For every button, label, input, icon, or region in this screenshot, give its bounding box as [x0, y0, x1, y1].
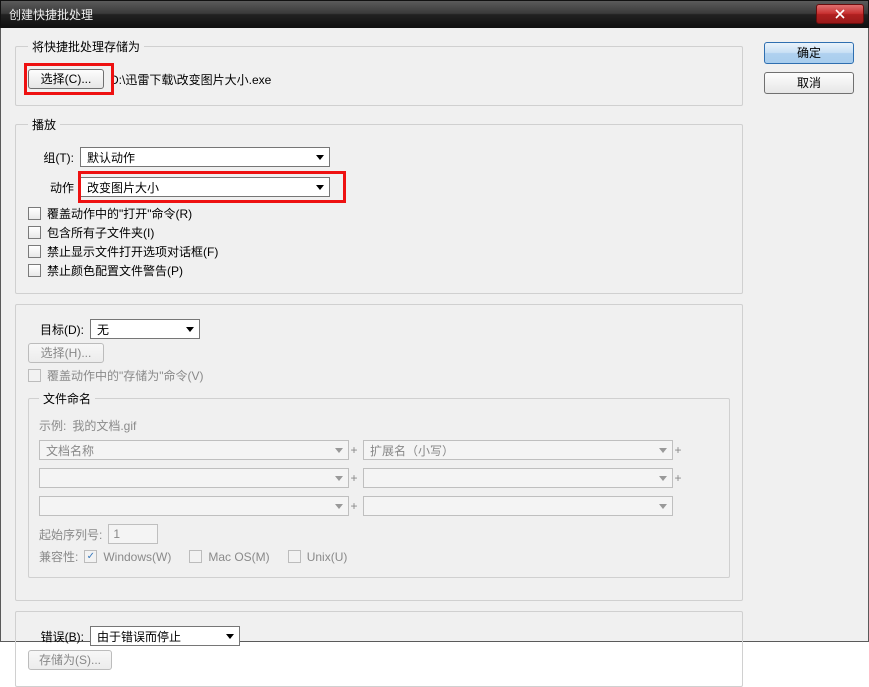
- group-label: 组(T):: [28, 149, 74, 166]
- window-title: 创建快捷批处理: [1, 6, 93, 23]
- chevron-down-icon: [656, 499, 670, 513]
- target-label: 目标(D):: [28, 321, 84, 338]
- include-subfolders-checkbox[interactable]: [28, 226, 41, 239]
- action-select[interactable]: 改变图片大小: [80, 177, 330, 197]
- override-saveas-label: 覆盖动作中的"存储为"命令(V): [47, 367, 204, 384]
- suppress-open-dialog-checkbox[interactable]: [28, 245, 41, 258]
- play-group: 播放 组(T): 默认动作 动作 改变图片大小 覆盖动作中的"打开"命令(R) …: [15, 116, 743, 294]
- group-select[interactable]: 默认动作: [80, 147, 330, 167]
- close-icon: [834, 9, 846, 19]
- titlebar: 创建快捷批处理: [0, 0, 869, 28]
- plus-icon: +: [349, 499, 359, 513]
- compat-mac-label: Mac OS(M): [208, 550, 269, 564]
- naming-field-6: [363, 496, 673, 516]
- save-as-button: 存储为(S)...: [28, 650, 112, 670]
- target-select-value: 无: [97, 321, 109, 338]
- naming-grid: 文档名称 + 扩展名（小写） + + + +: [39, 440, 719, 516]
- ok-button[interactable]: 确定: [764, 42, 854, 64]
- naming-field-4: [363, 468, 673, 488]
- plus-icon: +: [349, 471, 359, 485]
- override-open-checkbox[interactable]: [28, 207, 41, 220]
- compat-windows-label: Windows(W): [103, 550, 171, 564]
- close-button[interactable]: [816, 4, 864, 24]
- plus-icon: +: [673, 471, 683, 485]
- chevron-down-icon: [332, 499, 346, 513]
- compat-windows-checkbox: [84, 550, 97, 563]
- choose-folder-button: 选择(H)...: [28, 343, 104, 363]
- cancel-button[interactable]: 取消: [764, 72, 854, 94]
- start-serial-input: [108, 524, 158, 544]
- compat-mac-checkbox: [189, 550, 202, 563]
- group-select-value: 默认动作: [87, 149, 135, 166]
- error-select[interactable]: 由于错误而停止: [90, 626, 240, 646]
- compat-unix-checkbox: [288, 550, 301, 563]
- target-group: 目标(D): 无 选择(H)... 覆盖动作中的"存储为"命令(V) 文件命名 …: [15, 304, 743, 601]
- chevron-down-icon: [656, 471, 670, 485]
- chevron-down-icon: [656, 443, 670, 457]
- chevron-down-icon: [313, 180, 327, 194]
- file-naming-group: 文件命名 示例: 我的文档.gif 文档名称 + 扩展名（小写） + + + +: [28, 390, 730, 578]
- start-serial-label: 起始序列号:: [39, 526, 102, 543]
- error-group: 错误(B): 由于错误而停止 存储为(S)...: [15, 611, 743, 687]
- target-select[interactable]: 无: [90, 319, 200, 339]
- save-path-text: D:\迅雷下载\改变图片大小.exe: [110, 71, 271, 88]
- naming-field-3: [39, 468, 349, 488]
- naming-field-2: 扩展名（小写）: [363, 440, 673, 460]
- override-open-label: 覆盖动作中的"打开"命令(R): [47, 205, 192, 222]
- file-naming-legend: 文件命名: [39, 390, 95, 407]
- override-saveas-checkbox: [28, 369, 41, 382]
- naming-field-1: 文档名称: [39, 440, 349, 460]
- suppress-color-warn-checkbox[interactable]: [28, 264, 41, 277]
- save-as-legend: 将快捷批处理存储为: [28, 38, 144, 55]
- naming-field-5: [39, 496, 349, 516]
- chevron-down-icon: [332, 443, 346, 457]
- suppress-open-dialog-label: 禁止显示文件打开选项对话框(F): [47, 243, 218, 260]
- suppress-color-warn-label: 禁止颜色配置文件警告(P): [47, 262, 183, 279]
- play-legend: 播放: [28, 116, 60, 133]
- action-label: 动作: [28, 179, 74, 196]
- chevron-down-icon: [313, 150, 327, 164]
- save-as-group: 将快捷批处理存储为 选择(C)... D:\迅雷下载\改变图片大小.exe: [15, 38, 743, 106]
- action-select-value: 改变图片大小: [87, 179, 159, 196]
- chevron-down-icon: [332, 471, 346, 485]
- example-value: 我的文档.gif: [72, 417, 136, 434]
- chevron-down-icon: [223, 629, 237, 643]
- plus-icon: +: [673, 443, 683, 457]
- compat-label: 兼容性:: [39, 548, 78, 565]
- dialog-buttons: 确定 取消: [764, 42, 854, 94]
- include-subfolders-label: 包含所有子文件夹(I): [47, 224, 154, 241]
- compat-unix-label: Unix(U): [307, 550, 348, 564]
- chevron-down-icon: [183, 322, 197, 336]
- dialog-body: 确定 取消 将快捷批处理存储为 选择(C)... D:\迅雷下载\改变图片大小.…: [0, 28, 869, 642]
- example-label: 示例:: [39, 417, 66, 434]
- choose-file-button[interactable]: 选择(C)...: [28, 69, 104, 89]
- plus-icon: +: [349, 443, 359, 457]
